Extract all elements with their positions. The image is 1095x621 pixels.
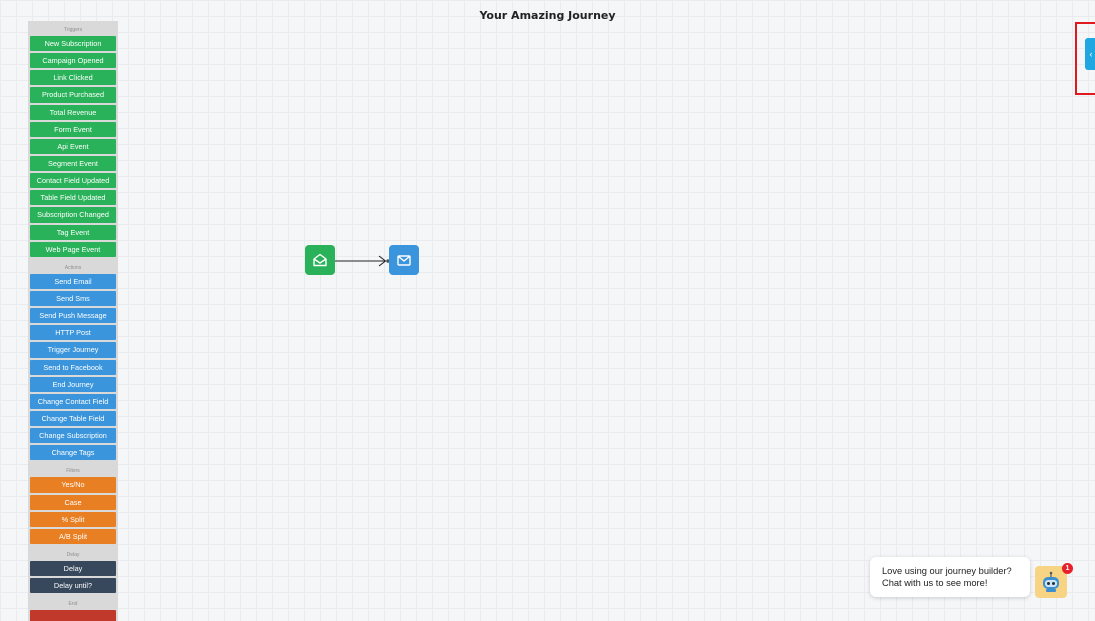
- node-connector-arrow: [335, 255, 390, 267]
- palette-action-end-journey[interactable]: End Journey: [30, 376, 116, 392]
- palette-section-end: End: [68, 601, 78, 608]
- palette-filter-a-b-split[interactable]: A/B Split: [30, 528, 116, 544]
- palette-action-change-subscription[interactable]: Change Subscription: [30, 428, 116, 444]
- node-palette: Triggers New Subscription Campaign Opened L…: [28, 21, 118, 621]
- send-email-node[interactable]: [389, 245, 419, 275]
- palette-action-http-post[interactable]: HTTP Post: [30, 325, 116, 341]
- palette-action-send-email[interactable]: Send Email: [30, 273, 116, 290]
- chat-line-2: Chat with us to see more!: [882, 578, 988, 588]
- chat-prompt-bubble[interactable]: Love using our journey builder? Chat wit…: [870, 557, 1030, 597]
- palette-section-action: Actions: [64, 264, 82, 271]
- chevron-left-icon: ‹: [1089, 49, 1093, 59]
- envelope-icon: [397, 255, 411, 266]
- palette-trigger-tag-event[interactable]: Tag Event: [30, 224, 116, 240]
- palette-action-send-push-message[interactable]: Send Push Message: [30, 308, 116, 324]
- palette-action-trigger-journey[interactable]: Trigger Journey: [30, 342, 116, 358]
- palette-trigger-total-revenue[interactable]: Total Revenue: [30, 104, 116, 120]
- panel-toggle-button[interactable]: ‹: [1085, 38, 1095, 70]
- palette-trigger-web-page-event[interactable]: Web Page Event: [30, 241, 116, 257]
- palette-action-change-table-field[interactable]: Change Table Field: [30, 410, 116, 427]
- trigger-node[interactable]: [305, 245, 335, 275]
- palette-action-change-contact-field[interactable]: Change Contact Field: [30, 393, 116, 409]
- palette-delay-delay-until[interactable]: Delay until?: [30, 578, 116, 594]
- palette-trigger-table-field-updated[interactable]: Table Field Updated: [30, 190, 116, 206]
- palette-trigger-subscription-changed[interactable]: Subscription Changed: [30, 207, 116, 223]
- palette-action-send-to-facebook[interactable]: Send to Facebook: [30, 359, 116, 375]
- journey-title: Your Amazing Journey: [479, 9, 616, 22]
- notification-badge: 1: [1062, 563, 1073, 574]
- palette-section-filter: Filters: [66, 468, 80, 475]
- palette-trigger-api-event[interactable]: Api Event: [30, 138, 116, 155]
- envelope-open-icon: [313, 253, 327, 267]
- palette-filter-case[interactable]: Case: [30, 494, 116, 510]
- palette-trigger-contact-field-updated[interactable]: Contact Field Updated: [30, 173, 116, 189]
- chat-line-1: Love using our journey builder?: [882, 566, 1012, 576]
- palette-trigger-link-clicked[interactable]: Link Clicked: [30, 70, 116, 86]
- palette-filter-split[interactable]: % Split: [30, 511, 116, 527]
- palette-trigger-form-event[interactable]: Form Event: [30, 121, 116, 137]
- palette-trigger-product-purchased[interactable]: Product Purchased: [30, 87, 116, 103]
- palette-filter-yes-no[interactable]: Yes/No: [30, 477, 116, 493]
- palette-section-delay: Delay: [66, 551, 80, 558]
- palette-delay-delay[interactable]: Delay: [30, 560, 116, 577]
- palette-trigger-new-subscription[interactable]: New Subscription: [30, 36, 116, 52]
- palette-section-trigger: Triggers: [63, 27, 83, 33]
- palette-end-end[interactable]: [30, 610, 116, 621]
- palette-action-send-sms[interactable]: Send Sms: [30, 290, 116, 307]
- palette-trigger-campaign-opened[interactable]: Campaign Opened: [30, 53, 116, 69]
- robot-icon: [1043, 571, 1059, 592]
- palette-trigger-segment-event[interactable]: Segment Event: [30, 155, 116, 172]
- palette-action-change-tags[interactable]: Change Tags: [30, 445, 116, 461]
